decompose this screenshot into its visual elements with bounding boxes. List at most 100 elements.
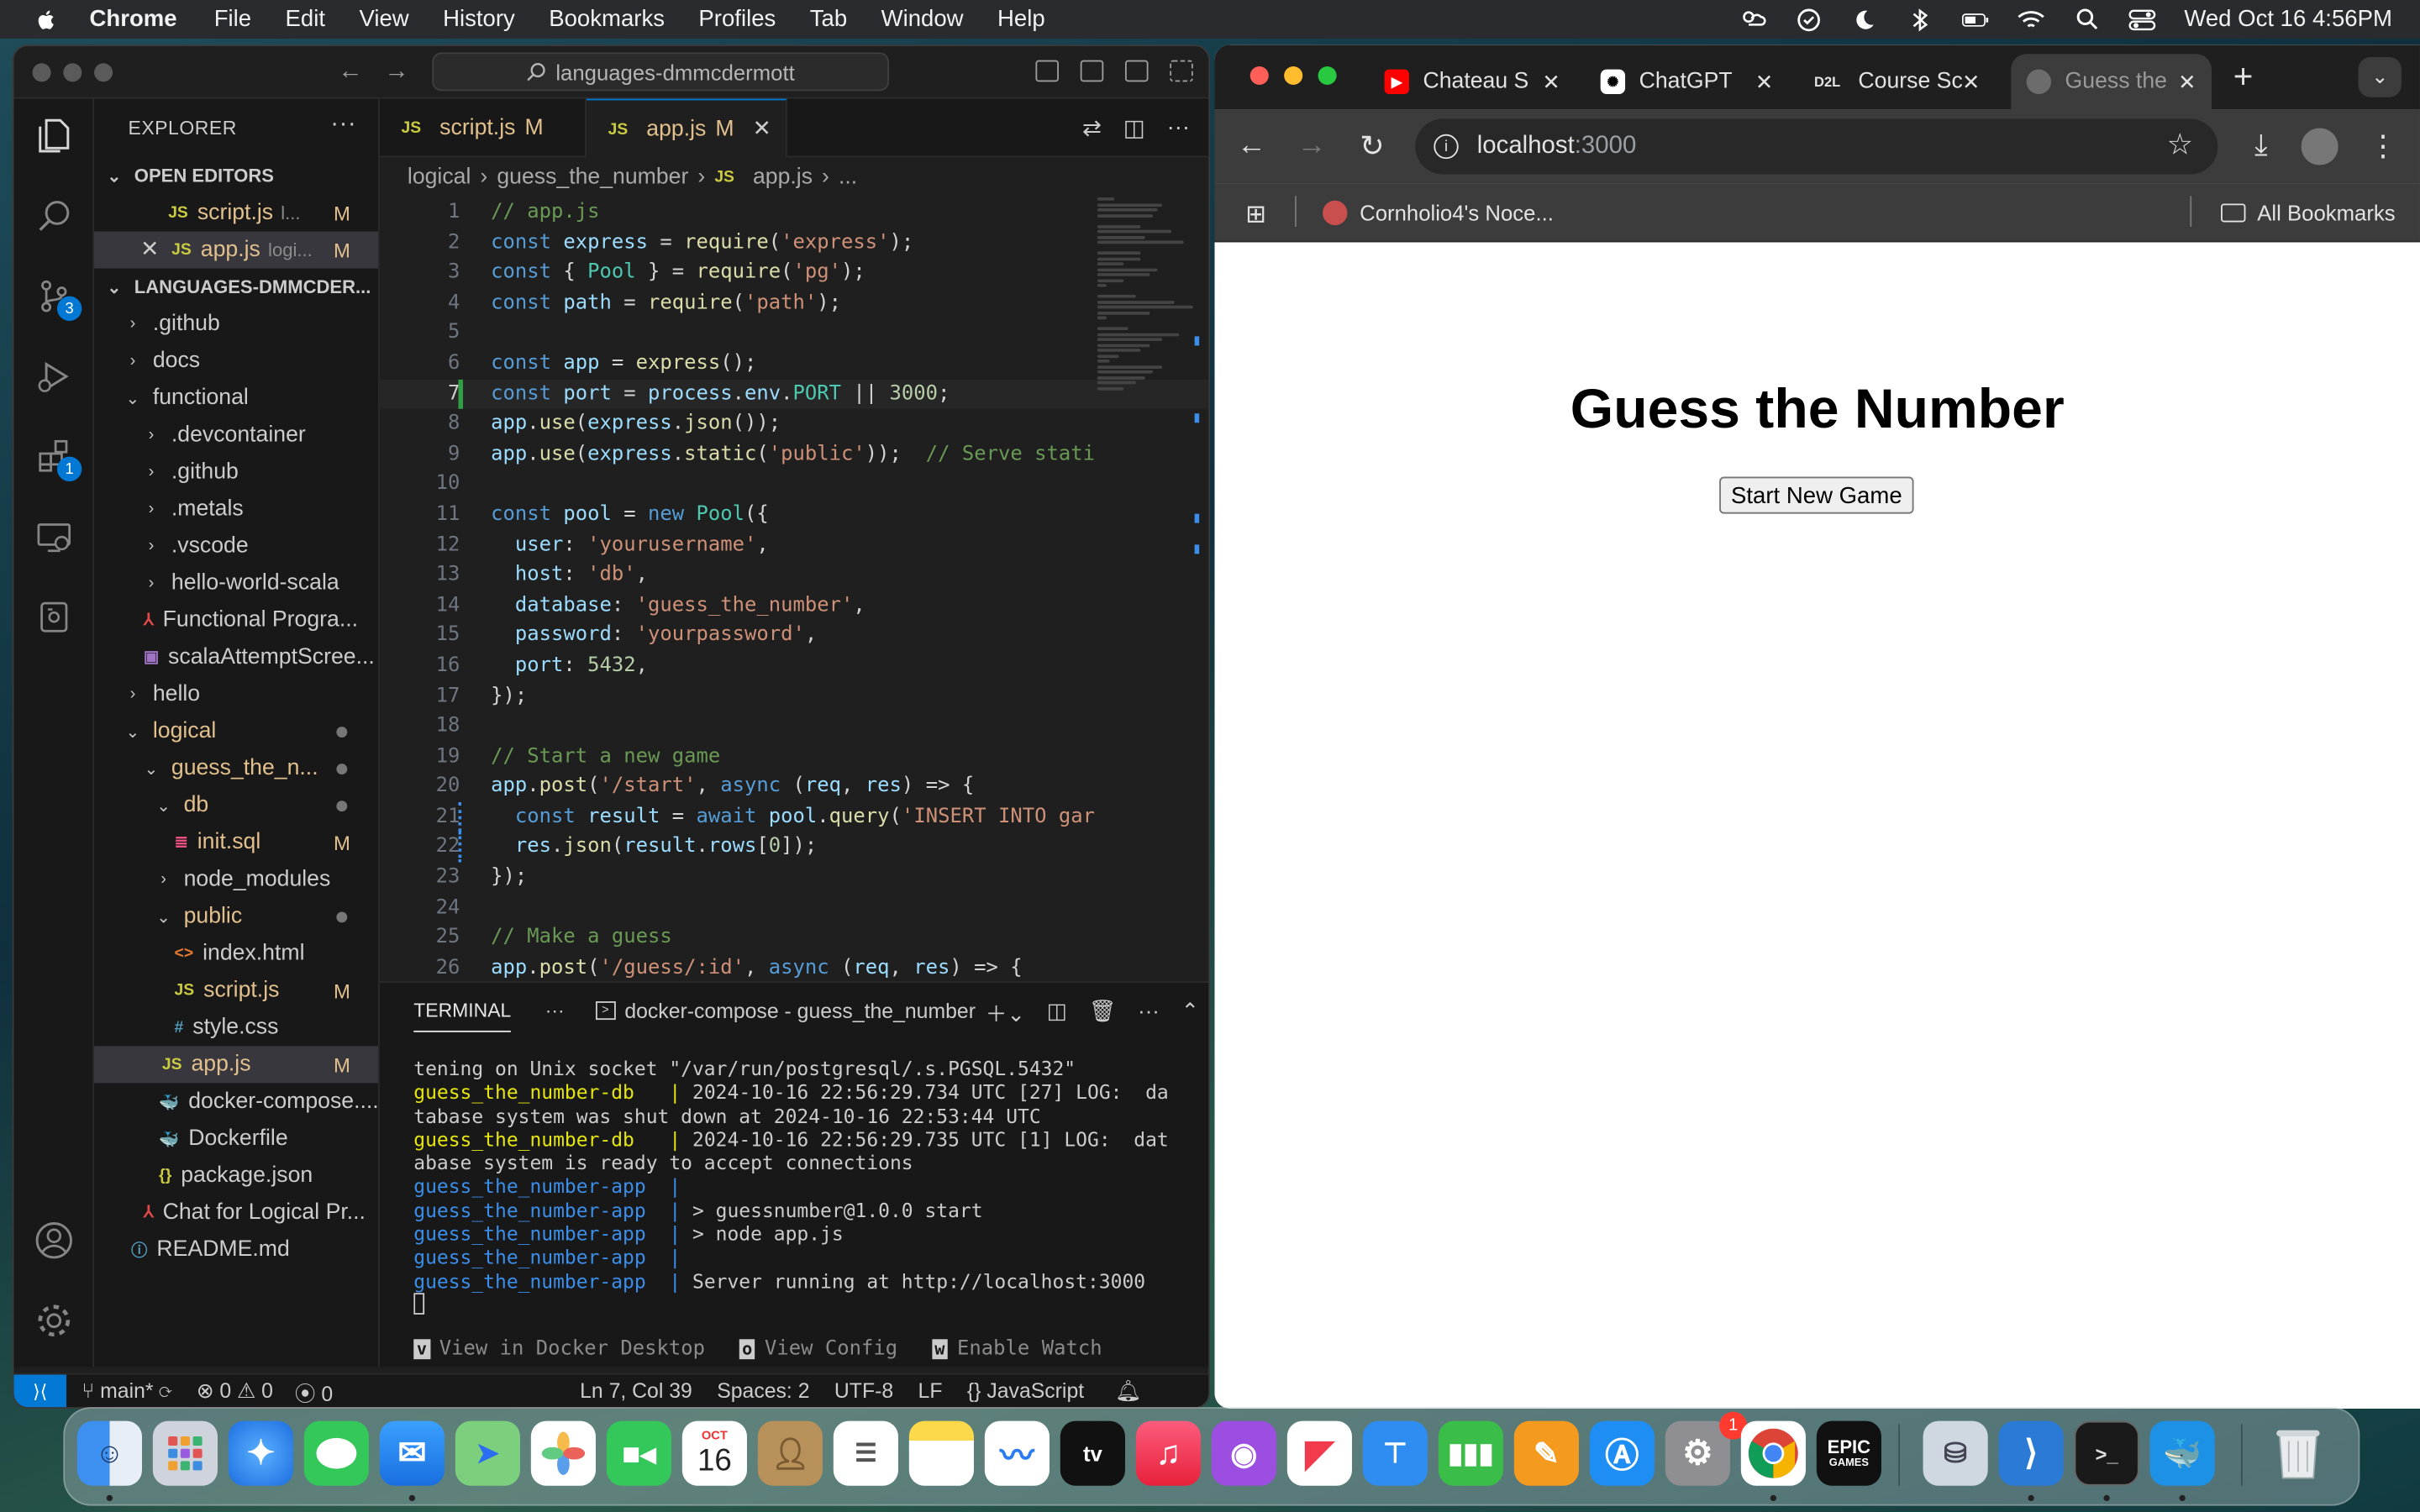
indentation[interactable]: Spaces: 2 xyxy=(717,1379,809,1403)
chevron-up-icon[interactable]: ⌃ xyxy=(1181,998,1200,1029)
chrome-menu-icon[interactable]: ⋮ xyxy=(2365,128,2402,165)
numbers-icon[interactable]: ▮▮▮ xyxy=(1438,1420,1503,1486)
workspace-section[interactable]: ⌄ LANGUAGES-DMMCDER... xyxy=(94,269,378,306)
code-line[interactable]: 2 const express = require('express'); xyxy=(380,228,1208,258)
close-window-button[interactable] xyxy=(1249,66,1269,86)
finder-icon[interactable]: ☺ xyxy=(76,1420,142,1486)
tree-file-scala-screenshot[interactable]: ▣ scalaAttemptScree... xyxy=(94,638,378,675)
tree-folder-logical[interactable]: ⌄ logical xyxy=(94,713,378,750)
compare-changes-icon[interactable]: ⇄ xyxy=(1082,114,1102,142)
docker-app-icon[interactable]: 🐳 xyxy=(2149,1420,2215,1486)
facetime-icon[interactable]: ■◂ xyxy=(606,1420,671,1486)
pages-icon[interactable]: ✎ xyxy=(1513,1420,1579,1486)
settings-gear-icon[interactable] xyxy=(33,1299,76,1342)
tab-search-chevron-icon[interactable]: ⌄ xyxy=(2358,56,2402,97)
freeform-icon[interactable]: 〰 xyxy=(984,1420,1050,1486)
tree-folder-public[interactable]: ⌄ public xyxy=(94,898,378,935)
tab-script-js[interactable]: JS script.js M xyxy=(380,98,587,158)
minimize-window-button[interactable] xyxy=(63,63,82,82)
calendar-icon[interactable]: OCT 16 xyxy=(681,1420,747,1486)
tree-file-dockerfile[interactable]: 🐳 Dockerfile xyxy=(94,1120,378,1157)
git-branch-status[interactable]: ⑂ main* ⟳ xyxy=(82,1379,171,1403)
apple-tv-icon[interactable]: tv xyxy=(1060,1420,1125,1486)
epic-games-icon[interactable]: EPIC GAMES xyxy=(1816,1420,1881,1486)
bluetooth-icon[interactable] xyxy=(1907,5,1934,33)
source-control-icon[interactable]: 3 xyxy=(33,275,82,322)
code-line[interactable]: 19 // Start a new game xyxy=(380,742,1208,772)
code-line[interactable]: 7 const port = process.env.PORT || 3000; xyxy=(379,379,1209,410)
menu-file[interactable]: File xyxy=(214,6,251,32)
code-line[interactable]: 8 app.use(express.json()); xyxy=(380,409,1208,439)
trash-icon[interactable] xyxy=(2265,1421,2330,1486)
profile-avatar[interactable] xyxy=(2301,128,2338,165)
tab-app-js[interactable]: JS app.js M ✕ xyxy=(586,98,787,158)
safari-icon[interactable]: ✦ xyxy=(228,1420,293,1486)
notes-icon[interactable] xyxy=(908,1420,974,1486)
close-tab-icon[interactable]: ✕ xyxy=(753,117,771,141)
start-new-game-button[interactable]: Start New Game xyxy=(1719,476,1914,514)
tree-folder-guess-the-number[interactable]: ⌄ guess_the_n... xyxy=(94,750,378,787)
podcasts-icon[interactable]: ◉ xyxy=(1211,1420,1276,1486)
tree-folder-github-2[interactable]: › .github xyxy=(94,454,378,491)
music-icon[interactable]: ♫ xyxy=(1135,1420,1201,1486)
code-line[interactable]: 11 const pool = new Pool({ xyxy=(380,500,1208,530)
code-line[interactable]: 23}); xyxy=(380,863,1208,893)
apps-grid-icon[interactable]: ⊞ xyxy=(1245,199,1266,230)
code-line[interactable]: 26 app.post('/guess/:id', async (req, res… xyxy=(380,953,1208,981)
code-line[interactable]: 15 password: 'yourpassword', xyxy=(380,621,1208,651)
code-line[interactable]: 25 // Make a guess xyxy=(380,923,1208,953)
zoom-window-button[interactable] xyxy=(1318,66,1337,86)
terminal-selector[interactable]: > docker-compose - guess_the_number xyxy=(595,999,976,1022)
menu-tab[interactable]: Tab xyxy=(810,6,847,32)
menu-edit[interactable]: Edit xyxy=(286,6,325,32)
tab-terminal[interactable]: TERMINAL xyxy=(413,989,512,1032)
tree-file-init-sql[interactable]: ≣ init.sql M xyxy=(94,824,378,861)
all-bookmarks[interactable]: All Bookmarks xyxy=(2220,184,2396,243)
code-line[interactable]: 20 app.post('/start', async (req, res) =>… xyxy=(380,772,1208,802)
vscode-icon[interactable]: ⟩ xyxy=(1998,1420,2064,1486)
messages-icon[interactable] xyxy=(303,1420,369,1486)
close-tab-icon[interactable]: ✕ xyxy=(2178,69,2196,95)
tree-folder-metals[interactable]: › .metals xyxy=(94,491,378,528)
address-bar[interactable]: i localhost:3000 ☆ xyxy=(1415,118,2218,175)
reminders-icon[interactable]: ☰ xyxy=(833,1420,898,1486)
tree-file-index-html[interactable]: <> index.html xyxy=(94,935,378,972)
open-editor-app-js[interactable]: ✕ JS app.js logi... M xyxy=(94,231,378,269)
close-window-button[interactable] xyxy=(32,63,51,82)
split-editor-icon[interactable]: ◫ xyxy=(1123,114,1145,142)
tree-file-docker-compose[interactable]: 🐳 docker-compose.... xyxy=(94,1083,378,1120)
breadcrumb-item[interactable]: guess_the_number xyxy=(497,165,688,190)
code-line[interactable]: 14 database: 'guess_the_number', xyxy=(380,591,1208,621)
tree-folder-github[interactable]: › .github xyxy=(94,306,378,343)
tree-folder-devcontainer[interactable]: › .devcontainer xyxy=(94,417,378,454)
news-icon[interactable]: ◤ xyxy=(1286,1420,1352,1486)
remote-explorer-icon[interactable] xyxy=(33,515,76,558)
tree-file-functional-pdf[interactable]: ⅄ Functional Progra... xyxy=(94,601,378,638)
code-line[interactable]: 22 res.json(result.rows[0]); xyxy=(380,832,1208,863)
account-icon[interactable] xyxy=(33,1219,76,1262)
app-store-icon[interactable]: Ⓐ xyxy=(1589,1420,1655,1486)
code-line[interactable]: 13 host: 'db', xyxy=(380,560,1208,591)
menu-bookmarks[interactable]: Bookmarks xyxy=(549,6,665,32)
command-center-search[interactable]: languages-dmmcdermott xyxy=(432,52,889,92)
chrome-tab-chatgpt[interactable]: ✺ ChatGPT ✕ xyxy=(1591,54,1789,109)
menu-profiles[interactable]: Profiles xyxy=(698,6,776,32)
cursor-position[interactable]: Ln 7, Col 39 xyxy=(580,1379,692,1403)
disk-utility-icon[interactable]: ⛁ xyxy=(1923,1420,1988,1486)
chrome-tab-guess[interactable]: Guess the ✕ xyxy=(2011,54,2212,110)
code-line[interactable]: 4 const path = require('path'); xyxy=(380,288,1208,318)
split-terminal-icon[interactable]: ◫ xyxy=(1047,998,1067,1029)
control-center-icon[interactable] xyxy=(2128,5,2156,33)
language-mode[interactable]: {} JavaScript xyxy=(967,1379,1084,1403)
tree-file-package-json[interactable]: {} package.json xyxy=(94,1158,378,1194)
spotlight-search-icon[interactable] xyxy=(2073,5,2101,33)
bookmark-cornholio[interactable]: Cornholio4's Noce... xyxy=(1323,184,1554,243)
problems-status[interactable]: ⊗ 0 ⚠ 0 xyxy=(197,1378,273,1403)
weather-icon[interactable] xyxy=(1739,5,1767,33)
end-of-line[interactable]: LF xyxy=(918,1379,943,1403)
open-editors-section[interactable]: ⌄ OPEN EDITORS xyxy=(94,157,378,194)
site-info-icon[interactable]: i xyxy=(1434,134,1459,160)
contacts-icon[interactable]: 👤︎ xyxy=(757,1420,823,1486)
code-line[interactable]: 18 xyxy=(380,711,1208,742)
tree-folder-hello-world-scala[interactable]: › hello-world-scala xyxy=(94,564,378,601)
